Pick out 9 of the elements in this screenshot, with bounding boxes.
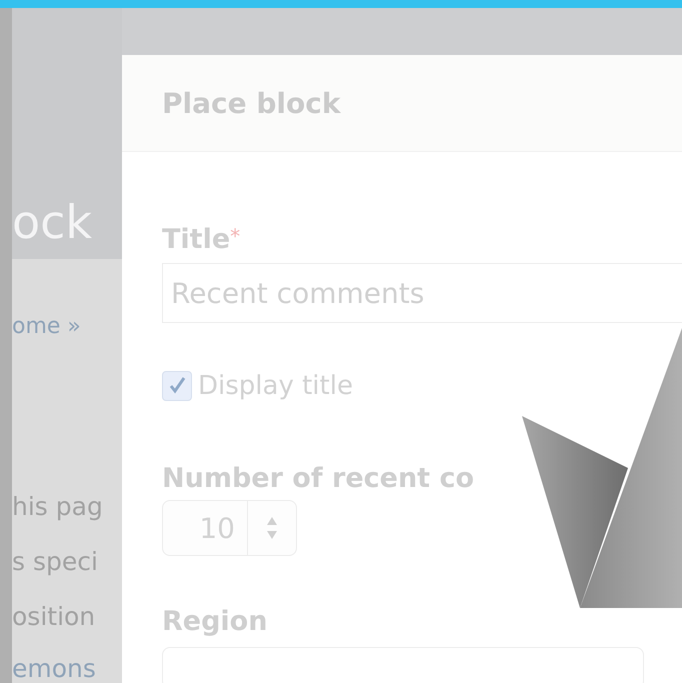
breadcrumb-link[interactable]: ome »	[12, 314, 122, 339]
checkmark-icon	[167, 376, 187, 396]
paragraph-line: his pag	[12, 491, 104, 523]
spinner-arrows-icon[interactable]	[265, 515, 279, 541]
paragraph-line: osition	[12, 601, 96, 633]
page-link[interactable]: emons	[12, 654, 122, 683]
required-mark: *	[230, 224, 240, 248]
checkbox[interactable]	[162, 371, 192, 401]
paragraph-line: s speci	[12, 546, 99, 578]
